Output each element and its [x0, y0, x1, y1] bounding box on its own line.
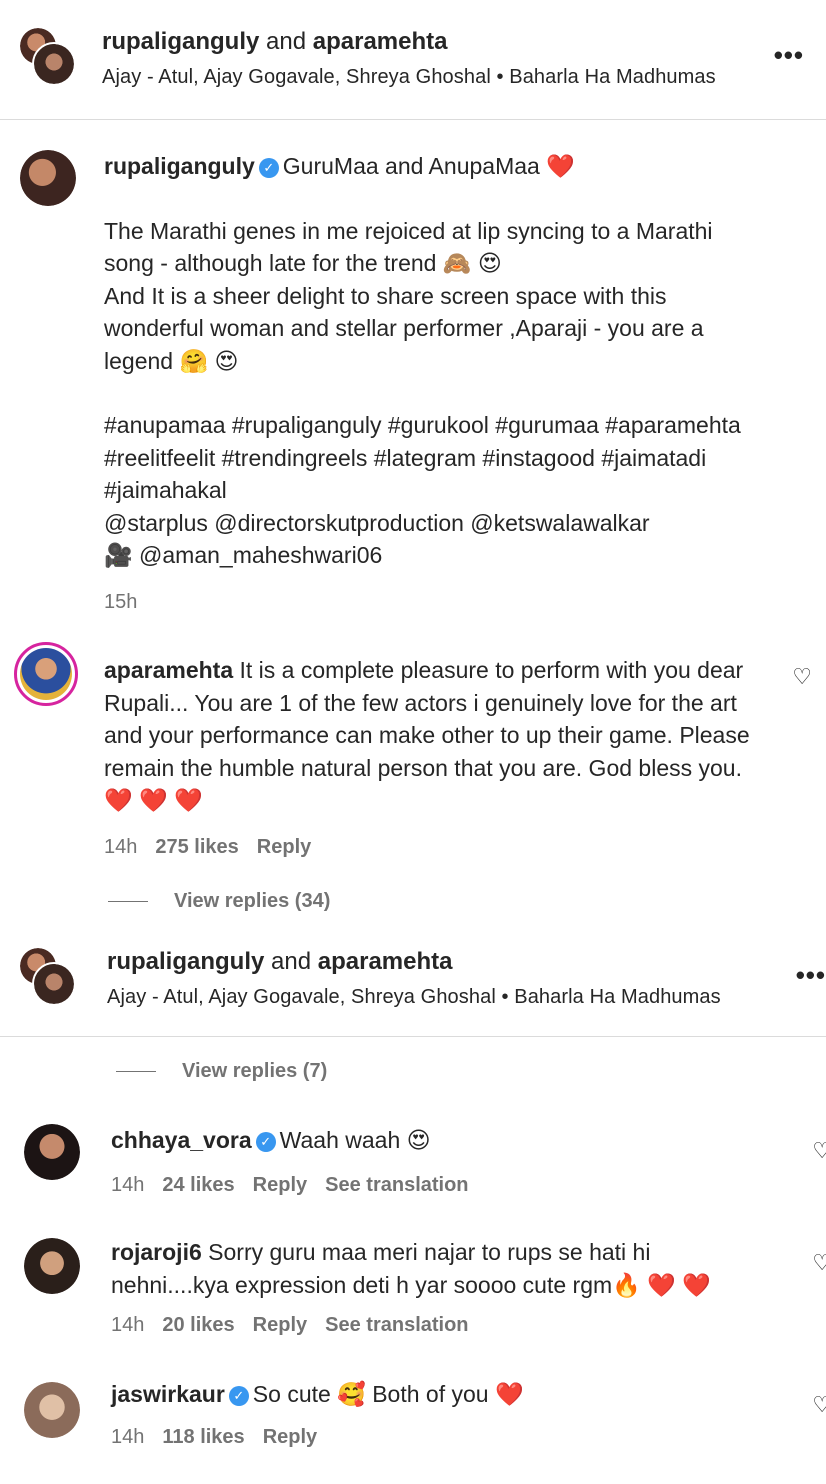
collab-avatars[interactable]	[18, 26, 78, 88]
and-label: and	[266, 28, 307, 55]
reply-button[interactable]: Reply	[253, 1314, 307, 1336]
more-horizontal-icon[interactable]: •••	[774, 40, 804, 71]
reply-button[interactable]: Reply	[253, 1174, 307, 1196]
comment-username[interactable]: jaswirkaur	[111, 1381, 225, 1407]
view-replies-label[interactable]: View replies (7)	[182, 1060, 327, 1082]
timestamp[interactable]: 14h	[111, 1426, 144, 1448]
hashtags[interactable]: #reelitfeelit #trendingreels #lategram #…	[104, 442, 766, 475]
comment-username[interactable]: rojaroji6	[111, 1239, 202, 1265]
comment-text: nehni....kya expression deti h yar soooo…	[111, 1271, 711, 1298]
caption-username[interactable]: rupaliganguly	[104, 153, 255, 179]
divider-line	[116, 1071, 156, 1073]
view-replies-button[interactable]: View replies (7)	[116, 1060, 327, 1083]
divider	[0, 1036, 826, 1037]
avatar[interactable]	[24, 1238, 80, 1294]
likes-count[interactable]: 118 likes	[162, 1426, 244, 1448]
reply-button[interactable]: Reply	[263, 1426, 317, 1448]
caption-text: And It is a sheer delight to share scree…	[104, 282, 667, 309]
collab-avatars[interactable]	[18, 946, 78, 1008]
post-header: rupaliganguly and aparamehta Ajay - Atul…	[0, 0, 826, 110]
caption-text: legend 🤗 😍	[104, 347, 239, 374]
audio-track[interactable]: Ajay - Atul, Ajay Gogavale, Shreya Ghosh…	[102, 66, 716, 89]
avatar-story-ring[interactable]	[14, 642, 78, 706]
mentions[interactable]: 🎥 @aman_maheshwari06	[104, 539, 766, 572]
divider	[0, 119, 826, 120]
view-replies-button[interactable]: View replies (34)	[108, 890, 330, 913]
divider-line	[108, 901, 148, 903]
see-translation-button[interactable]: See translation	[325, 1174, 468, 1196]
comment-username[interactable]: chhaya_vora	[111, 1127, 252, 1153]
timestamp[interactable]: 14h	[111, 1314, 144, 1336]
and-label: and	[271, 948, 312, 975]
see-translation-button[interactable]: See translation	[325, 1314, 468, 1336]
collab-names[interactable]: rupaliganguly and aparamehta	[102, 28, 716, 56]
view-replies-label[interactable]: View replies (34)	[174, 890, 330, 912]
heart-outline-icon[interactable]: ♡	[792, 664, 812, 690]
heart-outline-icon[interactable]: ♡	[812, 1250, 826, 1276]
avatar[interactable]	[20, 150, 76, 206]
caption-text: song - although late for the trend 🙈 😍	[104, 250, 502, 276]
likes-count[interactable]: 24 likes	[162, 1174, 234, 1196]
comment-text: So cute 🥰 Both of you ❤️	[252, 1381, 524, 1407]
verified-badge-icon: ✓	[258, 158, 279, 178]
username-rupaliganguly[interactable]: rupaliganguly	[107, 948, 264, 975]
avatar-aparamehta[interactable]	[32, 962, 76, 1006]
verified-badge-icon: ✓	[255, 1132, 276, 1152]
heart-outline-icon[interactable]: ♡	[812, 1392, 826, 1418]
mentions[interactable]: @starplus @directorskutproduction @ketsw…	[104, 507, 766, 540]
comment-text: It is a complete pleasure to perform wit…	[239, 657, 744, 683]
more-horizontal-icon[interactable]: •••	[796, 960, 826, 991]
comment-text: ❤️ ❤️ ❤️	[104, 787, 203, 813]
comment-text: Sorry guru maa meri najar to rups se hat…	[208, 1239, 651, 1265]
comment-text: Rupali... You are 1 of the few actors i …	[104, 689, 737, 716]
likes-count[interactable]: 20 likes	[162, 1314, 234, 1336]
username-aparamehta[interactable]: aparamehta	[313, 28, 448, 55]
avatar-aparamehta[interactable]	[32, 42, 76, 86]
hashtags[interactable]: #jaimahakal	[104, 474, 766, 507]
username-aparamehta[interactable]: aparamehta	[318, 948, 453, 975]
heart-outline-icon[interactable]: ♡	[812, 1138, 826, 1164]
caption-first-line: GuruMaa and AnupaMaa ❤️	[282, 153, 575, 179]
collab-names[interactable]: rupaliganguly and aparamehta	[107, 948, 721, 976]
avatar[interactable]	[24, 1124, 80, 1180]
timestamp[interactable]: 15h	[104, 591, 137, 613]
comment-text: and your performance can make other to u…	[104, 722, 750, 748]
verified-badge-icon: ✓	[228, 1386, 249, 1406]
comment-text: remain the humble natural person that yo…	[104, 754, 742, 781]
timestamp[interactable]: 14h	[104, 836, 137, 858]
caption-text: The Marathi genes in me rejoiced at lip …	[104, 217, 713, 244]
audio-track[interactable]: Ajay - Atul, Ajay Gogavale, Shreya Ghosh…	[107, 986, 721, 1009]
caption-text: wonderful woman and stellar performer ,A…	[104, 315, 704, 341]
reply-button[interactable]: Reply	[257, 836, 311, 858]
hashtags[interactable]: #anupamaa #rupaliganguly #gurukool #guru…	[104, 409, 766, 442]
comment-text: Waah waah 😍	[279, 1127, 431, 1153]
comment-username[interactable]: aparamehta	[104, 657, 233, 683]
likes-count[interactable]: 275 likes	[155, 836, 238, 858]
avatar[interactable]	[24, 1382, 80, 1438]
post-header: rupaliganguly and aparamehta Ajay - Atul…	[0, 930, 826, 1040]
username-rupaliganguly[interactable]: rupaliganguly	[102, 28, 259, 55]
timestamp[interactable]: 14h	[111, 1174, 144, 1196]
